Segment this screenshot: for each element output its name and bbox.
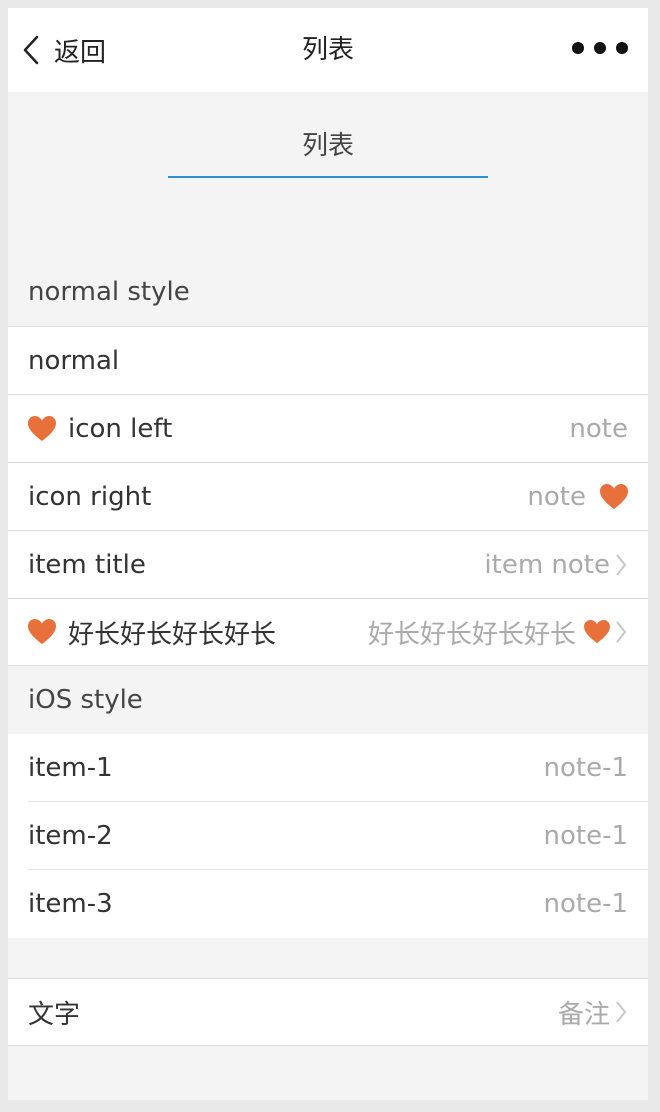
list-item-title: item title bbox=[28, 549, 146, 580]
navigation-bar: 返回 列表 bbox=[8, 8, 648, 92]
list-item-title: 好长好长好长好长 bbox=[68, 619, 277, 650]
tab-bar: 列表 bbox=[8, 92, 648, 202]
list-item-title: icon left bbox=[68, 413, 173, 444]
list-item-note: item note bbox=[484, 549, 610, 580]
list-item-note-wrap: item note bbox=[484, 550, 628, 580]
heart-icon bbox=[28, 415, 56, 441]
heart-icon bbox=[600, 483, 628, 509]
list-item-note-wrap: 备注 bbox=[558, 994, 628, 1031]
list-item-ios-1[interactable]: item-1 note-1 bbox=[8, 734, 648, 802]
heart-icon bbox=[584, 620, 610, 644]
list-item-title: icon right bbox=[28, 481, 152, 512]
list-item-ios-3[interactable]: item-3 note-1 bbox=[8, 870, 648, 938]
list-item-note: note-1 bbox=[543, 753, 629, 783]
list-item-long[interactable]: 好长好长好长好长 好长好长好长好长 bbox=[8, 598, 648, 666]
chevron-right-icon bbox=[616, 621, 627, 643]
list-item-title: normal bbox=[28, 345, 120, 376]
section-header-ios: iOS style bbox=[28, 685, 143, 715]
list-item-title: 文字 bbox=[28, 999, 81, 1030]
list-item-note: note bbox=[569, 413, 628, 444]
list-item-note: 备注 bbox=[557, 999, 610, 1030]
phone-screen: 返回 列表 列表 normal style normal icon left n… bbox=[8, 8, 648, 1100]
heart-icon bbox=[28, 619, 56, 644]
list-item-note-wrap: 好长好长好长好长 bbox=[368, 614, 628, 651]
more-dot-icon bbox=[572, 42, 584, 54]
list-item-icon-left[interactable]: icon left note bbox=[8, 394, 648, 462]
list-item-text[interactable]: 文字 备注 bbox=[8, 978, 648, 1046]
list-item-note: 好长好长好长好长 bbox=[367, 619, 576, 650]
chevron-right-icon bbox=[616, 1001, 627, 1023]
chevron-right-icon bbox=[616, 553, 627, 576]
section-header-normal: normal style bbox=[28, 277, 190, 307]
list-item-note: note-1 bbox=[543, 889, 629, 919]
list-item-note-wrap: note bbox=[527, 482, 628, 512]
list-item-ios-2[interactable]: item-2 note-1 bbox=[8, 802, 648, 870]
list-item-icon-right[interactable]: icon right note bbox=[8, 462, 648, 530]
tab-active-indicator bbox=[168, 176, 488, 178]
tab-list[interactable]: 列表 bbox=[168, 128, 488, 164]
more-button[interactable] bbox=[572, 42, 628, 54]
page-title: 列表 bbox=[301, 35, 354, 65]
list-item-note: note-1 bbox=[543, 821, 629, 851]
list-item-normal[interactable]: normal bbox=[8, 326, 648, 394]
list-item-title: item-2 bbox=[28, 821, 113, 851]
list-item-note: note bbox=[527, 481, 586, 512]
list-item-item-title[interactable]: item title item note bbox=[8, 530, 648, 598]
list-item-title: item-3 bbox=[28, 889, 113, 919]
list-item-title: item-1 bbox=[28, 753, 113, 783]
more-dot-icon bbox=[594, 42, 606, 54]
more-dot-icon bbox=[616, 42, 628, 54]
